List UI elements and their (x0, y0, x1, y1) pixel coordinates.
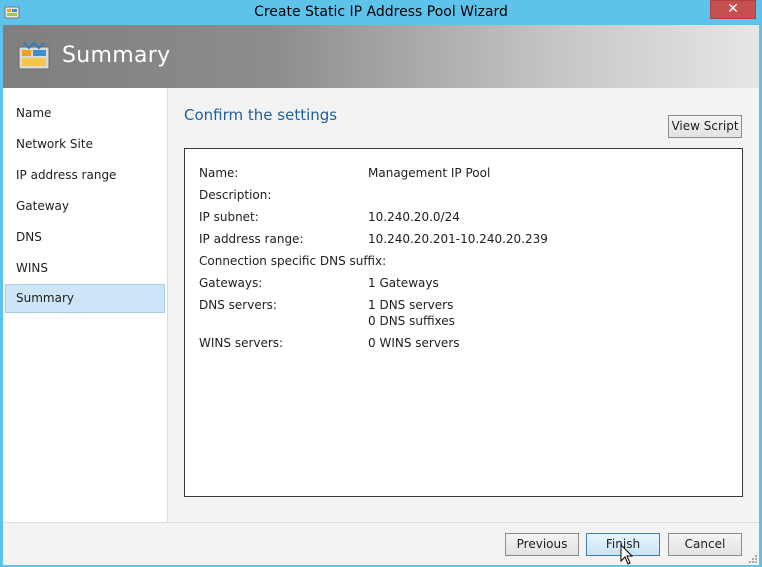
cancel-button[interactable]: Cancel (668, 533, 742, 556)
mouse-cursor-icon (620, 544, 634, 565)
summary-label: Description: (199, 188, 272, 202)
summary-value: 0 WINS servers (368, 336, 460, 350)
view-script-button[interactable]: View Script (668, 115, 742, 138)
summary-label: Name: (199, 166, 239, 180)
summary-value: 1 DNS servers (368, 298, 454, 312)
sidebar-item-wins[interactable]: WINS (5, 254, 165, 283)
sidebar-item-ip-address-range[interactable]: IP address range (5, 161, 165, 190)
resize-grip-icon[interactable] (747, 553, 757, 563)
summary-label: WINS servers: (199, 336, 284, 350)
summary-value: Management IP Pool (368, 166, 491, 180)
sidebar-item-name[interactable]: Name (5, 99, 165, 128)
summary-value-secondary: 0 DNS suffixes (368, 314, 455, 328)
window-title: Create Static IP Address Pool Wizard (254, 4, 508, 20)
summary-label: IP subnet: (199, 210, 259, 224)
title-bar[interactable]: Create Static IP Address Pool Wizard ✕ (0, 0, 762, 25)
close-button[interactable]: ✕ (710, 0, 756, 19)
summary-value: 10.240.20.0/24 (368, 210, 460, 224)
summary-wizard-icon (18, 41, 50, 70)
summary-label: Connection specific DNS suffix: (199, 254, 387, 268)
page-title: Summary (62, 43, 171, 68)
sidebar-item-gateway[interactable]: Gateway (5, 192, 165, 221)
wizard-banner: Summary (3, 25, 759, 88)
summary-label: IP address range: (199, 232, 304, 246)
summary-details-box[interactable]: Name: Management IP Pool Description: IP… (184, 148, 743, 497)
section-title: Confirm the settings (184, 106, 338, 124)
summary-label: Gateways: (199, 276, 263, 290)
wizard-footer: Previous Finish Cancel (3, 522, 759, 565)
summary-value: 1 Gateways (368, 276, 439, 290)
summary-value: 10.240.20.201-10.240.20.239 (368, 232, 548, 246)
sidebar-item-network-site[interactable]: Network Site (5, 130, 165, 159)
close-icon: ✕ (727, 1, 739, 17)
wizard-main-panel: Confirm the settings View Script Name: M… (168, 88, 759, 522)
sidebar-item-dns[interactable]: DNS (5, 223, 165, 252)
previous-button[interactable]: Previous (505, 533, 579, 556)
wizard-window: Create Static IP Address Pool Wizard ✕ S… (0, 0, 762, 567)
wizard-client-area: Summary Name Network Site IP address ran… (3, 25, 759, 565)
wizard-steps-sidebar: Name Network Site IP address range Gatew… (3, 88, 168, 522)
summary-label: DNS servers: (199, 298, 277, 312)
sidebar-item-summary[interactable]: Summary (5, 284, 165, 313)
